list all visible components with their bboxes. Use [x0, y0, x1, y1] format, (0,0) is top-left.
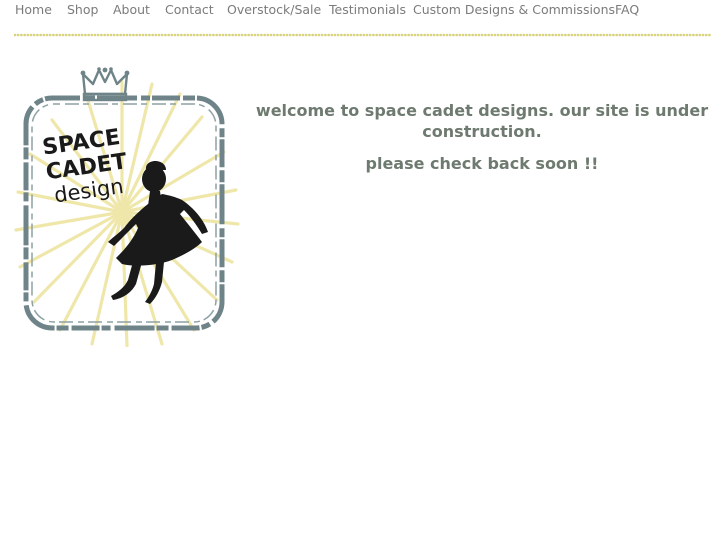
dotted-divider: [14, 33, 711, 37]
nav-overstock-sale-link[interactable]: Overstock/Sale: [227, 2, 321, 17]
nav-faq-link[interactable]: FAQ: [615, 2, 639, 17]
nav-shop-link[interactable]: Shop: [67, 2, 98, 17]
nav-testimonials-link[interactable]: Testimonials: [329, 2, 406, 17]
welcome-message: welcome to space cadet designs. our site…: [255, 101, 709, 141]
check-back-message: please check back soon !!: [365, 154, 599, 173]
logo-wordmark: SPACE CADET design: [41, 125, 129, 207]
sunburst-rays: [14, 80, 240, 347]
nav-home-link[interactable]: Home: [15, 2, 52, 17]
top-nav: Home Shop About Contact Overstock/Sale T…: [0, 0, 727, 22]
space-cadet-logo: SPACE CADET design: [14, 67, 240, 347]
nav-custom-designs-link[interactable]: Custom Designs & Commissions: [413, 2, 615, 17]
nav-contact-link[interactable]: Contact: [165, 2, 214, 17]
nav-about-link[interactable]: About: [113, 2, 150, 17]
page: Home Shop About Contact Overstock/Sale T…: [0, 0, 727, 545]
